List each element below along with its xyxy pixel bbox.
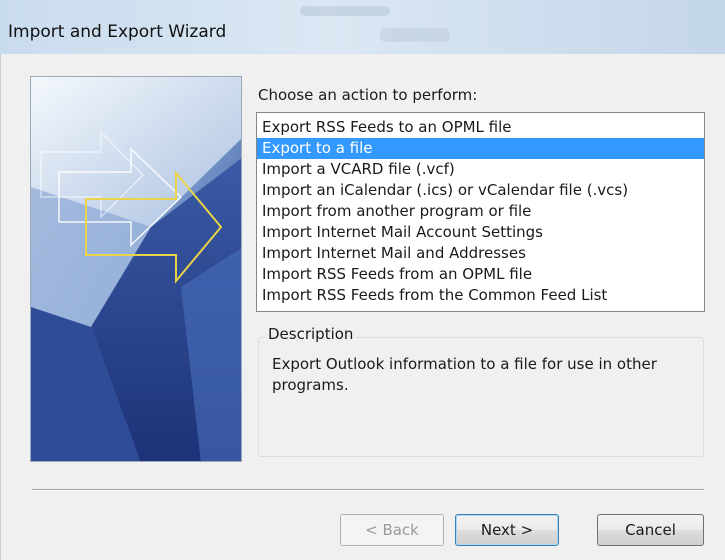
background-blur xyxy=(380,28,450,42)
list-item-import-mail-addresses[interactable]: Import Internet Mail and Addresses xyxy=(257,243,704,264)
list-item-export-rss-opml[interactable]: Export RSS Feeds to an OPML file xyxy=(257,117,704,138)
next-button[interactable]: Next > xyxy=(455,514,559,546)
wizard-art-icon xyxy=(30,76,242,462)
background-blur xyxy=(300,6,390,16)
list-item-import-rss-opml[interactable]: Import RSS Feeds from an OPML file xyxy=(257,264,704,285)
list-item-import-icalendar[interactable]: Import an iCalendar (.ics) or vCalendar … xyxy=(257,180,704,201)
action-list[interactable]: Export RSS Feeds to an OPML file Export … xyxy=(256,112,705,312)
separator xyxy=(32,489,704,491)
list-item-import-vcard[interactable]: Import a VCARD file (.vcf) xyxy=(257,159,704,180)
window-title: Import and Export Wizard xyxy=(8,22,227,42)
list-item-import-mail-account-settings[interactable]: Import Internet Mail Account Settings xyxy=(257,222,704,243)
list-item-import-rss-common-feed[interactable]: Import RSS Feeds from the Common Feed Li… xyxy=(257,285,704,306)
description-text: Export Outlook information to a file for… xyxy=(272,355,657,394)
list-item-export-to-file[interactable]: Export to a file xyxy=(257,138,704,159)
title-bar[interactable]: Import and Export Wizard xyxy=(0,0,725,54)
description-legend: Description xyxy=(265,325,357,343)
cancel-button[interactable]: Cancel xyxy=(597,514,704,546)
list-item-import-from-program[interactable]: Import from another program or file xyxy=(257,201,704,222)
back-button[interactable]: < Back xyxy=(340,514,444,546)
instruction-label: Choose an action to perform: xyxy=(258,86,478,104)
